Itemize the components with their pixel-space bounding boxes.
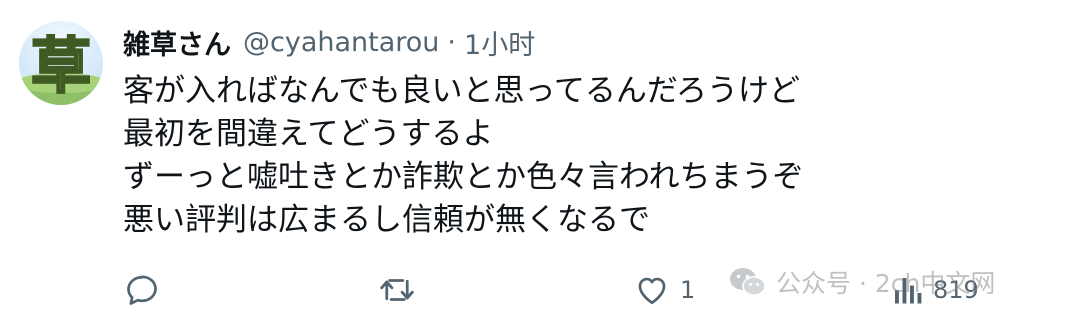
action-bar: 1 819 [0, 268, 1080, 312]
tweet-header: 雑草さん @cyahantarou · 1小时 [123, 20, 535, 64]
timestamp[interactable]: 1小时 [464, 23, 535, 62]
avatar-image: 草 [19, 31, 103, 105]
heart-icon [638, 277, 666, 305]
tweet-text: 客が入ればなんでも良いと思ってるんだろうけど 最初を間違えてどうするよ ずーっと… [123, 70, 1023, 242]
reply-bubble-icon [127, 275, 157, 305]
avatar[interactable]: 草 [19, 21, 103, 105]
views-button[interactable]: 819 [891, 268, 979, 312]
separator-dot: · [447, 26, 457, 58]
tweet-text-line: 悪い評判は広まるし信頼が無くなるで [123, 202, 650, 238]
tweet-text-line: 最初を間違えてどうするよ [123, 116, 494, 152]
retweet-button[interactable] [378, 268, 416, 312]
retweet-icon [380, 279, 414, 301]
like-count: 1 [680, 276, 696, 304]
avatar-glyph: 草 [31, 32, 91, 102]
like-button[interactable]: 1 [634, 268, 695, 312]
tweet: 草 雑草さん @cyahantarou · 1小时 客が入ればなんでも良いと思っ… [0, 0, 1080, 324]
display-name[interactable]: 雑草さん [123, 23, 231, 62]
views-count: 819 [933, 276, 979, 304]
bar-chart-icon [895, 278, 922, 304]
tweet-text-line: 客が入ればなんでも良いと思ってるんだろうけど [123, 73, 801, 109]
user-handle[interactable]: @cyahantarou [243, 27, 439, 58]
tweet-text-line: ずーっと嘘吐きとか詐欺とか色々言われちまうぞ [123, 159, 804, 195]
reply-button[interactable] [124, 268, 160, 312]
